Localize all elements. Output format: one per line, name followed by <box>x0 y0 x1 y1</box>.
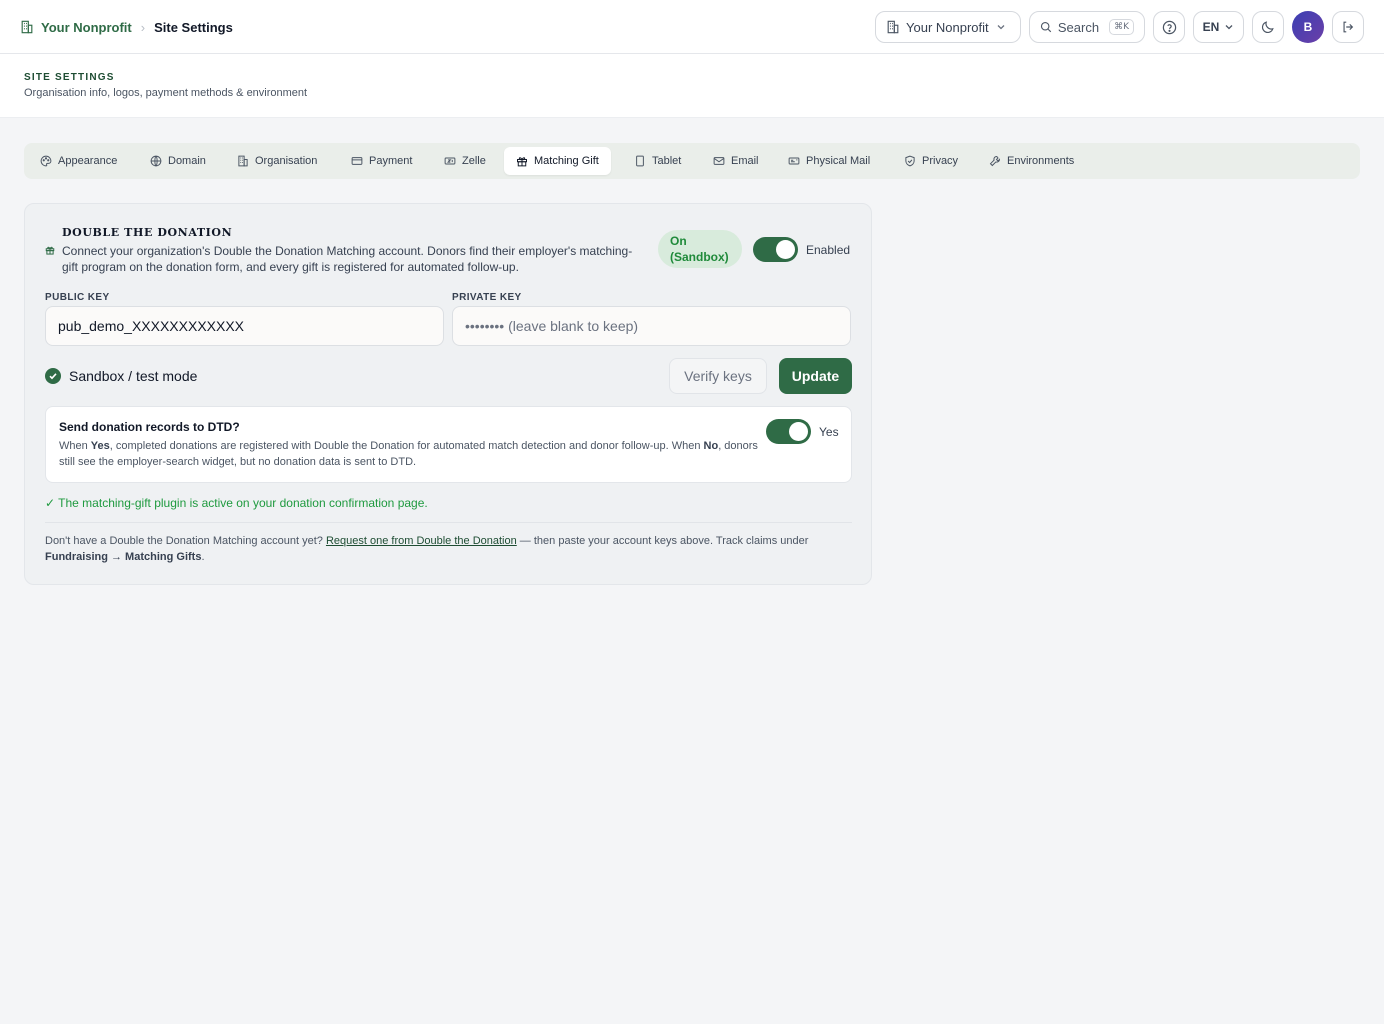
search-button[interactable]: Search ⌘K <box>1029 11 1145 43</box>
check-circle-icon <box>45 368 61 384</box>
tab-tablet[interactable]: Tablet <box>622 147 693 175</box>
language-label: EN <box>1202 20 1220 34</box>
verify-keys-button[interactable]: Verify keys <box>669 358 767 394</box>
tab-appearance[interactable]: Appearance <box>28 147 129 175</box>
tab-matching-gift[interactable]: Matching Gift <box>504 147 611 175</box>
plugin-status-message: ✓ The matching-gift plugin is active on … <box>45 496 428 510</box>
tab-label: Email <box>731 155 759 167</box>
tab-payment[interactable]: Payment <box>339 147 424 175</box>
page-header: SITE SETTINGS Organisation info, logos, … <box>0 54 1384 118</box>
tab-label: Appearance <box>58 155 118 167</box>
tab-organisation[interactable]: Organisation <box>225 147 329 175</box>
breadcrumb-current: Site Settings <box>154 19 233 35</box>
tab-label: Payment <box>369 155 413 167</box>
help-circle-icon <box>1162 20 1176 34</box>
tab-label: Zelle <box>462 155 486 167</box>
breadcrumb-org-label: Your Nonprofit <box>41 19 132 35</box>
zelle-icon <box>444 157 456 165</box>
dtd-description: Connect your organization's Double the D… <box>62 244 633 274</box>
org-switcher-button[interactable]: Your Nonprofit <box>875 11 1021 43</box>
sandbox-checkbox[interactable]: Sandbox / test mode <box>45 368 197 384</box>
tablet-icon <box>636 155 644 167</box>
wrench-icon <box>989 156 1001 167</box>
tab-label: Physical Mail <box>806 155 871 167</box>
page-title: SITE SETTINGS <box>24 72 115 83</box>
help-button[interactable] <box>1153 11 1185 43</box>
public-key-label: PUBLIC KEY <box>45 292 110 303</box>
tab-label: Organisation <box>255 155 318 167</box>
tab-label: Tablet <box>652 155 682 167</box>
search-icon <box>1040 21 1052 33</box>
org-switcher-label: Your Nonprofit <box>906 19 989 35</box>
tab-zelle[interactable]: Zelle <box>432 147 498 175</box>
envelope-card-icon <box>788 157 800 165</box>
send-records-description: When Yes, completed donations are regist… <box>59 440 758 468</box>
chevron-down-icon <box>997 25 1005 30</box>
send-records-toggle[interactable] <box>766 419 811 444</box>
tab-physical-mail[interactable]: Physical Mail <box>776 147 882 175</box>
building-icon <box>21 20 33 34</box>
tab-label: Domain <box>168 155 206 167</box>
logout-icon <box>1343 21 1354 33</box>
user-avatar[interactable]: B <box>1292 11 1324 43</box>
gift-icon <box>517 157 527 167</box>
request-account-link[interactable]: Request one from Double the Donation <box>326 535 517 547</box>
send-records-toggle-label: Yes <box>819 425 839 439</box>
tab-label: Matching Gift <box>534 155 599 167</box>
send-records-panel: Send donation records to DTD? When Yes, … <box>45 406 852 483</box>
tab-domain[interactable]: Domain <box>138 147 218 175</box>
tab-email[interactable]: Email <box>701 147 771 175</box>
settings-tabs: Appearance Domain Organisation Payment Z… <box>24 143 1360 179</box>
logout-button[interactable] <box>1332 11 1364 43</box>
breadcrumb-separator: › <box>140 19 146 35</box>
tab-label: Environments <box>1007 155 1075 167</box>
building-icon <box>887 20 899 34</box>
footer-note: Don't have a Double the Donation Matchin… <box>45 535 809 563</box>
dtd-title: DOUBLE THE DONATION <box>62 226 233 239</box>
tab-environments[interactable]: Environments <box>977 147 1086 175</box>
moon-icon <box>1262 21 1274 33</box>
chevron-down-icon <box>1225 25 1233 30</box>
credit-card-icon <box>351 157 363 165</box>
gift-icon <box>45 246 55 255</box>
tab-privacy[interactable]: Privacy <box>892 147 970 175</box>
status-badge: On (Sandbox) <box>658 230 742 268</box>
top-bar: Your Nonprofit › Site Settings Your Nonp… <box>0 0 1384 54</box>
enabled-label: Enabled <box>806 243 851 257</box>
divider <box>45 522 852 523</box>
enabled-toggle[interactable] <box>753 237 798 262</box>
sandbox-label: Sandbox / test mode <box>69 368 198 384</box>
building-icon <box>238 155 248 167</box>
tab-label: Privacy <box>922 155 959 167</box>
theme-toggle-button[interactable] <box>1252 11 1284 43</box>
update-button[interactable]: Update <box>779 358 852 394</box>
search-shortcut-badge: ⌘K <box>1109 19 1134 35</box>
mail-icon <box>713 157 725 165</box>
search-label: Search <box>1057 19 1100 35</box>
public-key-input[interactable] <box>45 306 444 346</box>
shield-icon <box>905 155 915 167</box>
language-selector[interactable]: EN <box>1193 11 1244 43</box>
breadcrumb-org-link[interactable]: Your Nonprofit <box>20 20 132 35</box>
globe-icon <box>150 155 162 167</box>
send-records-title: Send donation records to DTD? <box>59 420 240 434</box>
private-key-input[interactable] <box>452 306 851 346</box>
page-subtitle: Organisation info, logos, payment method… <box>24 87 308 99</box>
dtd-settings-card: DOUBLE THE DONATION Connect your organiz… <box>24 203 872 585</box>
private-key-label: PRIVATE KEY <box>452 292 522 303</box>
palette-icon <box>40 155 52 167</box>
breadcrumb: Your Nonprofit › Site Settings <box>20 17 233 37</box>
